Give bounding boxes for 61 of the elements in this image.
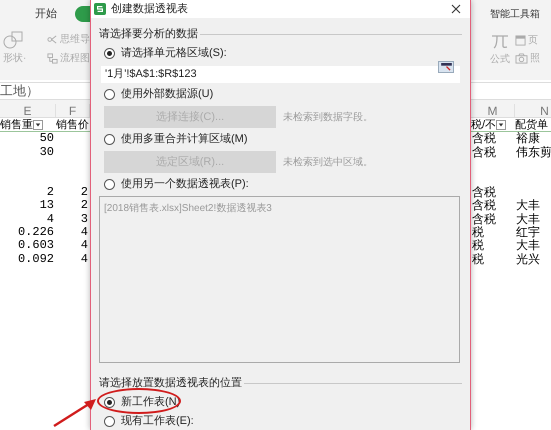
table-cell: 0.226 [18,226,54,239]
table-cell: 4 [46,212,54,226]
section-label: 请选择要分析的数据 [99,26,198,42]
shapes-icon [3,31,23,49]
table-cell: 4 [80,239,88,252]
dialog-title: 创建数据透视表 [111,2,189,17]
formula-bar[interactable]: 工地） [0,82,90,100]
table-cell: 含税 [472,186,496,199]
table-cell: 50 [40,132,54,146]
radio-option[interactable]: 使用外部数据源(U) [104,86,214,102]
range-input-field[interactable]: '1月'!$A$1:$R$123 [101,66,460,83]
table-cell: 13 [40,199,54,212]
header-cell: 配货单 [515,118,548,131]
dropdown-icon[interactable] [33,120,43,130]
table-cell: 含税 [472,146,496,159]
status-note: 未检索到数据字段。 [283,110,373,124]
page-icon [515,34,526,46]
close-button[interactable] [449,2,463,16]
table-cell: 0.603 [18,239,54,252]
ribbon-tab[interactable]: 开始 [35,6,57,22]
status-note: 未检索到选中区域。 [283,156,373,170]
radio-option[interactable]: 使用多重合并计算区域(M) [104,130,248,148]
section-label: 请选择放置数据透视表的位置 [99,376,242,391]
table-cell: 3 [80,212,88,226]
table-cell: 税 [472,226,484,239]
ribbon-tab[interactable]: 智能工具箱 [490,6,540,22]
column-header: M [488,104,498,117]
table-cell: 0.092 [18,252,54,266]
header-cell: 销售重 [0,118,33,131]
table-cell: 大丰 [516,239,540,252]
table-cell: 税 [472,239,484,252]
table-cell: 税 [472,252,484,266]
table-cell: 4 [80,252,88,266]
column-header: N [540,104,549,117]
app-logo-icon [94,3,106,15]
table-cell: 30 [40,146,54,159]
header-cell: 销售价 [56,118,89,131]
table-cell: 2 [46,186,54,199]
flowchart-icon [47,52,58,64]
column-header: E [23,104,32,117]
table-cell: 大丰 [516,212,540,226]
table-cell: 含税 [472,212,496,226]
table-cell: 红宇 [516,226,540,239]
annotation-arrow [52,396,98,428]
table-cell: 含税 [472,199,496,212]
radio-option[interactable]: 使用另一个数据透视表(P): [104,176,249,192]
table-cell: 光兴 [516,252,540,266]
table-cell: 2 [80,199,88,212]
table-cell: 4 [80,226,88,239]
radio-option[interactable]: 现有工作表(E): [104,412,194,430]
radio-option[interactable]: 请选择单元格区域(S): [104,44,227,62]
table-cell: 2 [80,186,88,199]
table-cell: 大丰 [516,199,540,212]
header-cell: 税/不 [471,118,496,131]
range-picker-icon[interactable] [438,61,454,73]
table-cell: 含税 [472,132,496,146]
table-cell: 裕康 [516,132,540,146]
column-header: F [68,104,76,117]
camera-icon [515,53,528,64]
dropdown-icon[interactable] [496,120,506,130]
mindmap-icon [47,34,58,44]
